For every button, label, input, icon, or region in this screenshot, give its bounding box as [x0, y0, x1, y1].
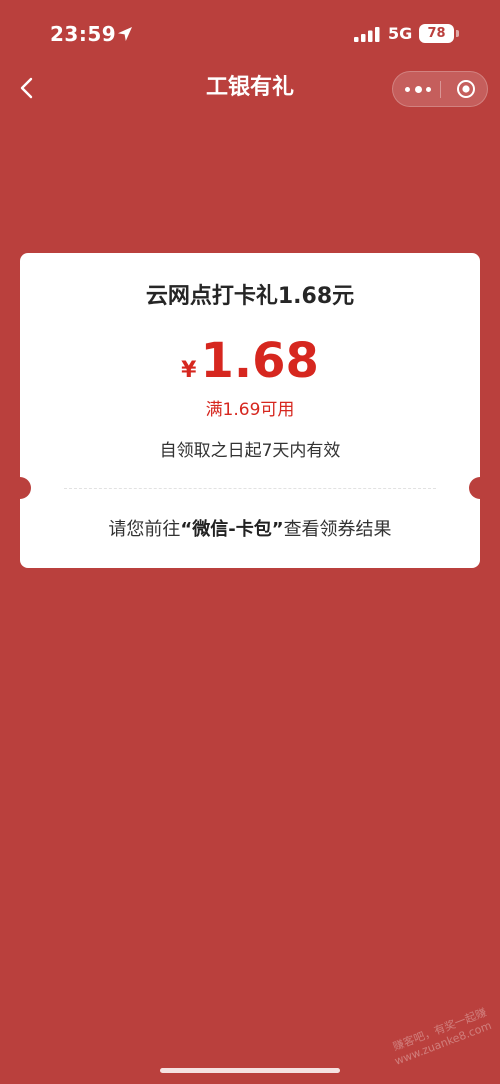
coupon-instruction: 请您前往“微信-卡包”查看领券结果	[20, 518, 480, 542]
battery-cap	[456, 30, 459, 37]
instruction-suffix: 查看领券结果	[283, 519, 392, 540]
currency-symbol: ¥	[181, 358, 197, 383]
coupon-validity: 自领取之日起7天内有效	[159, 441, 341, 461]
target-circle-icon[interactable]	[456, 79, 476, 99]
network-type: 5G	[388, 24, 413, 43]
coupon-amount: ¥ 1.68	[20, 331, 480, 391]
status-time: 23:59	[50, 22, 117, 46]
instruction-highlight: “微信-卡包”	[180, 519, 284, 540]
home-indicator[interactable]	[160, 1068, 340, 1073]
ticket-notch-left	[9, 477, 31, 499]
coupon-card: 云网点打卡礼1.68元 ¥ 1.68 满1.69可用 自领取之日起7天内有效 请…	[9, 253, 491, 568]
coupon-value: 1.68	[200, 333, 319, 389]
more-dots-icon[interactable]	[405, 72, 431, 106]
instruction-prefix: 请您前往	[108, 519, 181, 540]
location-arrow-icon	[118, 27, 132, 41]
watermark: 赚客吧，有奖一起赚 www.zuanke8.com	[388, 1006, 494, 1069]
coupon-title: 云网点打卡礼1.68元	[145, 284, 355, 309]
dashed-divider	[64, 488, 436, 489]
capsule-divider	[440, 81, 441, 98]
ticket-notch-right	[469, 477, 491, 499]
battery-indicator: 78	[419, 24, 454, 43]
signal-bars-icon	[354, 27, 380, 42]
coupon-condition: 满1.69可用	[205, 400, 295, 420]
mini-program-capsule	[392, 71, 488, 107]
